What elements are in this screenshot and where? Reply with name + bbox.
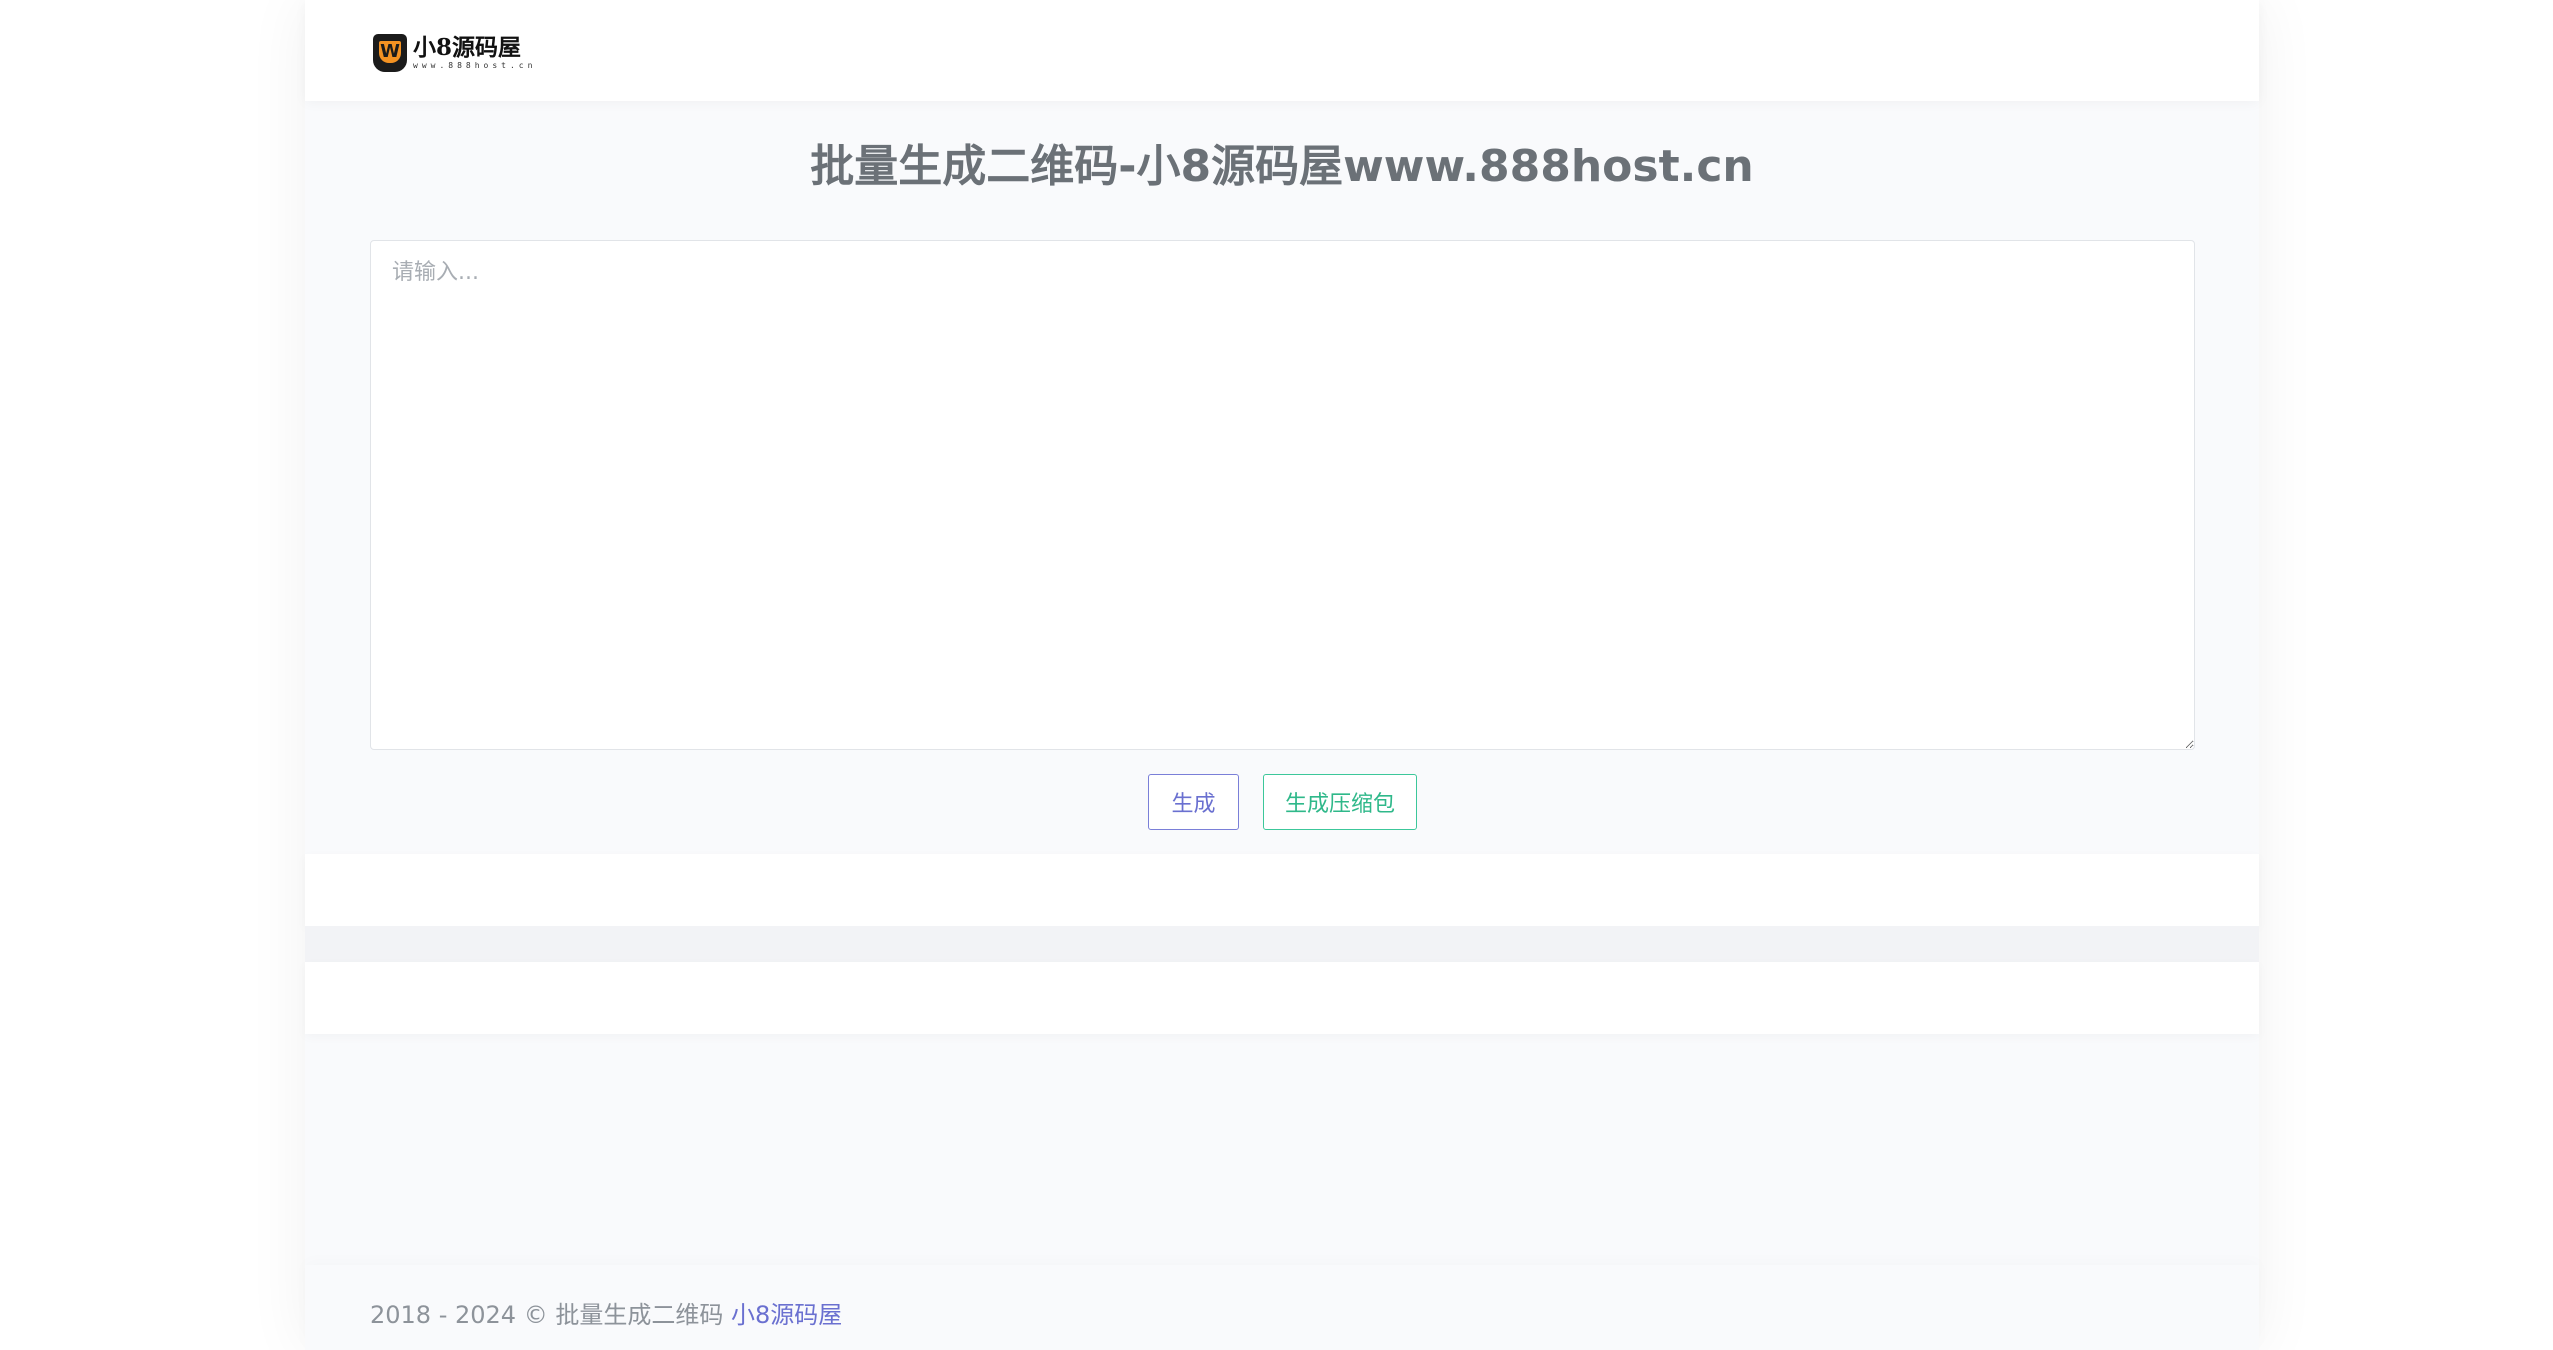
logo-name: 小8源码屋 <box>413 34 522 61</box>
header-bar: W 小8源码屋 www.888host.cn <box>305 0 2259 101</box>
footer-text: 2018 - 2024 © 批量生成二维码 小8源码屋 <box>370 1295 842 1330</box>
secondary-panel <box>305 962 2259 1034</box>
panel-divider <box>305 926 2259 962</box>
footer-site-link[interactable]: 小8源码屋 <box>731 1301 842 1329</box>
input-area-container <box>370 240 2195 750</box>
result-panel <box>305 854 2259 926</box>
logo-mark-letter: W <box>380 41 400 62</box>
content-textarea[interactable] <box>371 241 2194 749</box>
page-title: 批量生成二维码-小8源码屋www.888host.cn <box>810 141 1754 192</box>
logo-w-icon: W <box>373 34 407 72</box>
footer-copyright: 2018 - 2024 © 批量生成二维码 <box>370 1301 724 1329</box>
footer: 2018 - 2024 © 批量生成二维码 小8源码屋 <box>305 1265 2259 1350</box>
logo-text: 小8源码屋 www.888host.cn <box>413 36 536 70</box>
logo-url: www.888host.cn <box>413 61 537 70</box>
site-logo[interactable]: W 小8源码屋 www.888host.cn <box>373 32 536 74</box>
generate-button[interactable]: 生成 <box>1148 774 1239 830</box>
page-container: W 小8源码屋 www.888host.cn 批量生成二维码-小8源码屋www.… <box>305 0 2259 1350</box>
generate-zip-button[interactable]: 生成压缩包 <box>1263 774 1417 830</box>
